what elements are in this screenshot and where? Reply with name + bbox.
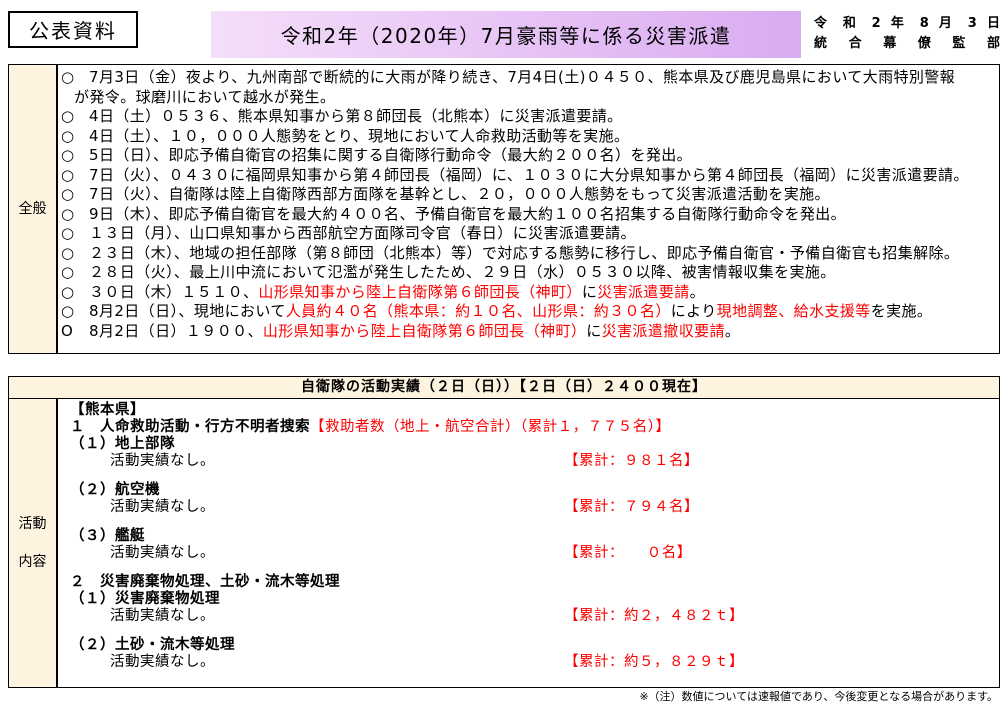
subsection-heading: （１）災害廃棄物処理 [70, 591, 220, 607]
overview-item-text: 9日（木）、即応予備自衛官を最大約４００名、予備自衛官を最大約１００名招集する自… [89, 204, 847, 223]
activities-label-cell: 活動 内容 [9, 399, 58, 687]
overview-item: ○ ２３日（木）、地域の担任部隊（第８師団（北熊本）等）で対応する態勢に移行し、即… [61, 244, 999, 264]
activity-status: 活動実績なし。 [110, 545, 215, 561]
activity-status: 活動実績なし。 [110, 608, 215, 624]
overview-item: ○ １３日（月）、山口県知事から西部航空方面隊司令官（春日）に災害派遣要請。 [61, 224, 999, 244]
bullet-mark: ○ [61, 263, 75, 281]
overview-section: 全般 ○ 7月3日（金）夜より、九州南部で断続的に大雨が降り続き、7月4日(土)０… [8, 64, 1000, 354]
bullet-mark: ○ [61, 282, 75, 301]
activity-status-row: 活動実績なし。 【累計：約５，８２９ｔ】 [70, 654, 999, 670]
subsection-heading: （１）地上部隊 [70, 436, 175, 452]
bullet-mark: ○ [61, 224, 75, 242]
bullet-mark: ○ [61, 204, 75, 223]
bullet-mark: ○ [61, 165, 75, 184]
cumulative-total: 【累計：９８１名】 [564, 453, 699, 469]
overview-item-text: を実施。 [870, 302, 933, 320]
overview-item-text: 。 [724, 321, 741, 340]
overview-item-text: ３０日（木）１５１０、 [89, 282, 259, 301]
activities-label-top: 活動 [18, 516, 47, 532]
subsection-heading: （３）艦艇 [70, 528, 145, 544]
overview-item-text: 7日（火）、自衛隊は陸上自衛隊西部方面隊を基幹とし、２０，０００人態勢をもって災… [89, 185, 830, 203]
overview-item: ○ 7日（火）、０４３０に福岡県知事から第４師団長（福岡）に、１０３０に大分県知事… [61, 166, 999, 186]
activities-content: 【熊本県】 １ 人命救助活動・行方不明者捜索【救助者数（地上・航空合計）（累計１… [58, 399, 999, 687]
overview-item-text: 8月2日（日）１９００、 [89, 321, 263, 340]
cumulative-total: 【累計： ０名】 [564, 545, 692, 561]
subsection-heading: （２）土砂・流木等処理 [70, 637, 235, 653]
activity-status: 活動実績なし。 [110, 499, 215, 515]
overview-item-highlight: 現地調整、給水支援等 [716, 302, 871, 320]
section-heading: ２ 災害廃棄物処理、土砂・流木等処理 [70, 574, 340, 590]
activity-status-row: 活動実績なし。 【累計：９８１名】 [70, 453, 999, 469]
bullet-mark: ○ [61, 185, 75, 203]
activity-status: 活動実績なし。 [110, 654, 215, 670]
overview-item: ○ 4日（土）０５３６、熊本県知事から第８師団長（北熊本）に災害派遣要請。 [61, 107, 999, 127]
activities-body: 活動 内容 【熊本県】 １ 人命救助活動・行方不明者捜索【救助者数（地上・航空合… [9, 399, 999, 687]
overview-label: 全般 [18, 201, 47, 217]
overview-list: ○ 7月3日（金）夜より、九州南部で断続的に大雨が降り続き、7月4日(土)０４５０… [58, 65, 999, 353]
overview-item: ○ 9日（木）、即応予備自衛官を最大約４００名、予備自衛官を最大約１００名招集する… [61, 205, 999, 225]
bullet-mark: ○ [61, 68, 75, 86]
overview-item-highlight: 災害派遣要請 [597, 282, 690, 301]
overview-item-text: 。 [689, 282, 706, 301]
rescue-total-note: 【救助者数（地上・航空合計）（累計１，７７５名）】 [310, 419, 671, 435]
overview-item-text: に [581, 282, 598, 301]
bullet-mark: ○ [61, 107, 75, 125]
overview-item-highlight: 山形県知事から陸上自衛隊第６師団長（神町） [262, 321, 587, 340]
issue-date: 令 和 2 年 8 月 3 日 [814, 16, 1000, 31]
overview-item: ○ ３０日（木）１５１０、山形県知事から陸上自衛隊第６師団長（神町）に災害派遣要請… [61, 283, 999, 303]
overview-item-text: １３日（月）、山口県知事から西部航空方面隊司令官（春日）に災害派遣要請。 [89, 224, 636, 242]
overview-item-text: 8月2日（日）、現地において [89, 302, 286, 320]
activity-status-row: 活動実績なし。 【累計：約２，４８２ｔ】 [70, 608, 999, 624]
overview-item-text: ２３日（木）、地域の担任部隊（第８師団（北熊本）等）で対応する態勢に移行し、即応… [89, 243, 960, 262]
overview-item-highlight: 人員約４０名（熊本県：約１０名、山形県：約３０名） [285, 302, 671, 320]
overview-item: ○ 7月3日（金）夜より、九州南部で断続的に大雨が降り続き、7月4日(土)０４５０… [61, 68, 999, 88]
overview-item-text: ２８日（火）、最上川中流において氾濫が発生したため、２９日（水）０５３０以降、被… [89, 263, 836, 281]
bullet-mark: ○ [61, 302, 75, 320]
overview-item-text: 4日（土）、１０，０００人態勢をとり、現地において人命救助活動等を実施。 [89, 126, 630, 145]
overview-item-highlight: 災害派遣撤収要請 [601, 321, 725, 340]
overview-item-text: 4日（土）０５３６、熊本県知事から第８師団長（北熊本）に災害派遣要請。 [89, 107, 623, 125]
prefecture-heading: 【熊本県】 [70, 402, 145, 418]
bullet-mark: ○ [61, 126, 75, 145]
overview-item: ○ 7日（火）、自衛隊は陸上自衛隊西部方面隊を基幹とし、２０，０００人態勢をもって… [61, 185, 999, 205]
activities-label-bottom: 内容 [18, 554, 47, 570]
overview-item-text: 7月3日（金）夜より、九州南部で断続的に大雨が降り続き、7月4日(土)０４５０、… [89, 68, 956, 86]
overview-item-text: に [586, 321, 602, 340]
cumulative-total: 【累計：約２，４８２ｔ】 [564, 608, 744, 624]
footnote: ※（注）数値については速報値であり、今後変更となる場合があります。 [639, 690, 998, 703]
overview-item: ○ 4日（土）、１０，０００人態勢をとり、現地において人命救助活動等を実施。 [61, 127, 999, 147]
overview-item: ○ ２８日（火）、最上川中流において氾濫が発生したため、２９日（水）０５３０以降、… [61, 263, 999, 283]
overview-item-highlight: 山形県知事から陸上自衛隊第６師団長（神町） [258, 282, 582, 301]
overview-item: ○ 5日（日）、即応予備自衛官の招集に関する自衛隊行動命令（最大約２００名）を発出… [61, 146, 999, 166]
title-banner: 令和2年（2020年）7月豪雨等に係る災害派遣 [211, 11, 801, 58]
overview-item: O 8月2日（日）１９００、山形県知事から陸上自衛隊第６師団長（神町）に災害派遣撤… [61, 322, 999, 342]
activities-header: 自衛隊の活動実績（２日（日））【２日（日）２４００現在】 [9, 377, 999, 399]
activity-status: 活動実績なし。 [110, 453, 215, 469]
cumulative-total: 【累計：約５，８２９ｔ】 [564, 654, 744, 670]
overview-item-text: 7日（火）、０４３０に福岡県知事から第４師団長（福岡）に、１０３０に大分県知事か… [89, 165, 969, 184]
date-block: 令 和 2 年 8 月 3 日 統 合 幕 僚 監 部 [814, 14, 1000, 54]
overview-item-text: により [670, 302, 717, 320]
overview-item-text: 5日（日）、即応予備自衛官の招集に関する自衛隊行動命令（最大約２００名）を発出。 [89, 146, 693, 164]
activity-status-row: 活動実績なし。 【累計： ０名】 [70, 545, 999, 561]
overview-item: ○ 8月2日（日）、現地において人員約４０名（熊本県：約１０名、山形県：約３０名）… [61, 302, 999, 322]
bullet-mark: ○ [61, 146, 75, 164]
activities-section: 自衛隊の活動実績（２日（日））【２日（日）２４００現在】 活動 内容 【熊本県】… [8, 376, 1000, 688]
public-release-badge: 公表資料 [8, 11, 138, 48]
cumulative-total: 【累計：７９４名】 [564, 499, 699, 515]
overview-item-continuation: が発令。球磨川において越水が発生。 [74, 87, 336, 106]
overview-label-cell: 全般 [9, 65, 58, 353]
subsection-heading: （２）航空機 [70, 482, 160, 498]
bullet-mark: O [61, 321, 74, 340]
issuer: 統 合 幕 僚 監 部 [814, 36, 1000, 51]
page-title: 令和2年（2020年）7月豪雨等に係る災害派遣 [280, 24, 732, 48]
section-heading-text: １ 人命救助活動・行方不明者捜索 [70, 419, 310, 435]
bullet-mark: ○ [61, 243, 75, 262]
activity-status-row: 活動実績なし。 【累計：７９４名】 [70, 499, 999, 515]
section-heading: １ 人命救助活動・行方不明者捜索【救助者数（地上・航空合計）（累計１，７７５名）… [70, 419, 999, 436]
